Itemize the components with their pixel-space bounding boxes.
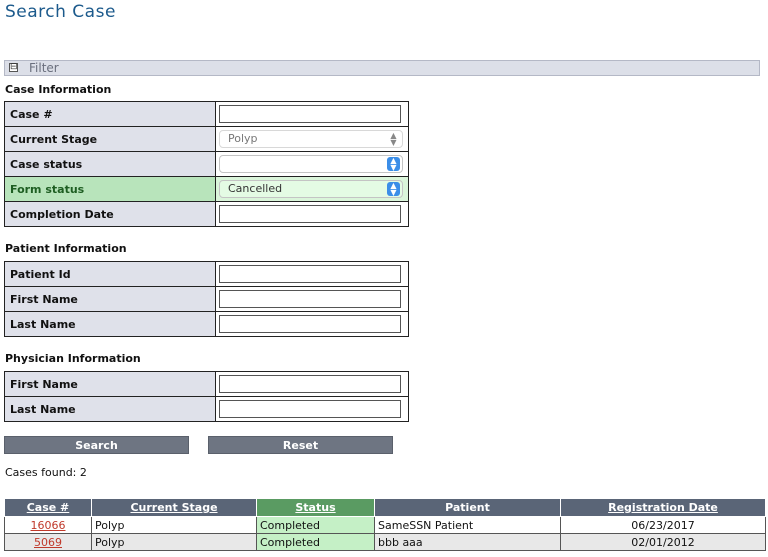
case-number-label: Case # [4,101,216,127]
filter-label: Filter [29,61,59,75]
patient-cell: bbb aaa [374,533,561,551]
case-information-title: Case Information [5,83,112,96]
patient-first-name-input[interactable] [219,290,401,308]
patient-last-name-input[interactable] [219,315,401,333]
registration-date-cell: 02/01/2012 [560,533,766,551]
case-number-link[interactable]: 5069 [34,536,62,549]
status-cell: Completed [256,516,375,534]
sort-current-stage-link[interactable]: Current Stage [130,501,217,514]
column-header-case-number[interactable]: Case # [4,498,92,517]
filter-bar[interactable]: ⊟ Filter [4,60,760,76]
sort-registration-date-link[interactable]: Registration Date [608,501,718,514]
physician-last-name-input[interactable] [219,400,401,418]
column-header-status[interactable]: Status [256,498,375,517]
case-information-table: Case # Current Stage Polyp ▲ ▼ Case statu… [4,101,409,227]
table-row: 16066 Polyp Completed SameSSN Patient 06… [4,516,766,534]
patient-id-label: Patient Id [4,261,216,287]
current-stage-select[interactable]: Polyp ▲ ▼ [219,130,403,148]
select-arrows-icon: ▲ ▼ [387,157,400,172]
current-stage-label: Current Stage [4,126,216,152]
registration-date-cell: 06/23/2017 [560,516,766,534]
physician-first-name-input[interactable] [219,375,401,393]
physician-information-table: First Name Last Name [4,371,409,422]
patient-information-table: Patient Id First Name Last Name [4,261,409,337]
form-status-select[interactable]: Cancelled ▲ ▼ [219,180,403,198]
sort-status-link[interactable]: Status [295,501,335,514]
column-header-registration-date[interactable]: Registration Date [560,498,766,517]
case-status-label: Case status [4,151,216,177]
column-header-current-stage[interactable]: Current Stage [91,498,257,517]
form-status-value: Cancelled [228,182,283,195]
physician-information-title: Physician Information [5,352,141,365]
patient-first-name-label: First Name [4,286,216,312]
collapse-icon[interactable]: ⊟ [9,63,18,72]
current-stage-value: Polyp [228,132,258,145]
case-number-link[interactable]: 16066 [31,519,66,532]
page-title: Search Case [5,2,116,22]
completion-date-label: Completion Date [4,201,216,227]
column-header-patient: Patient [374,498,561,517]
reset-button[interactable]: Reset [208,436,393,454]
patient-id-input[interactable] [219,265,401,283]
sort-case-number-link[interactable]: Case # [27,501,70,514]
patient-cell: SameSSN Patient [374,516,561,534]
current-stage-cell: Polyp [91,516,257,534]
physician-first-name-label: First Name [4,371,216,397]
select-arrows-icon: ▲ ▼ [390,131,397,147]
patient-information-title: Patient Information [5,242,127,255]
table-row: 5069 Polyp Completed bbb aaa 02/01/2012 [4,533,766,551]
search-button[interactable]: Search [4,436,189,454]
form-status-label: Form status [4,176,216,202]
physician-last-name-label: Last Name [4,396,216,422]
select-arrows-icon: ▲ ▼ [387,182,400,197]
case-status-select[interactable]: ▲ ▼ [219,155,403,173]
completion-date-input[interactable] [219,205,401,223]
current-stage-cell: Polyp [91,533,257,551]
case-number-input[interactable] [219,105,401,123]
patient-last-name-label: Last Name [4,311,216,337]
results-table: Case # Current Stage Status Patient Regi… [4,498,766,551]
status-cell: Completed [256,533,375,551]
cases-found-text: Cases found: 2 [5,466,87,479]
